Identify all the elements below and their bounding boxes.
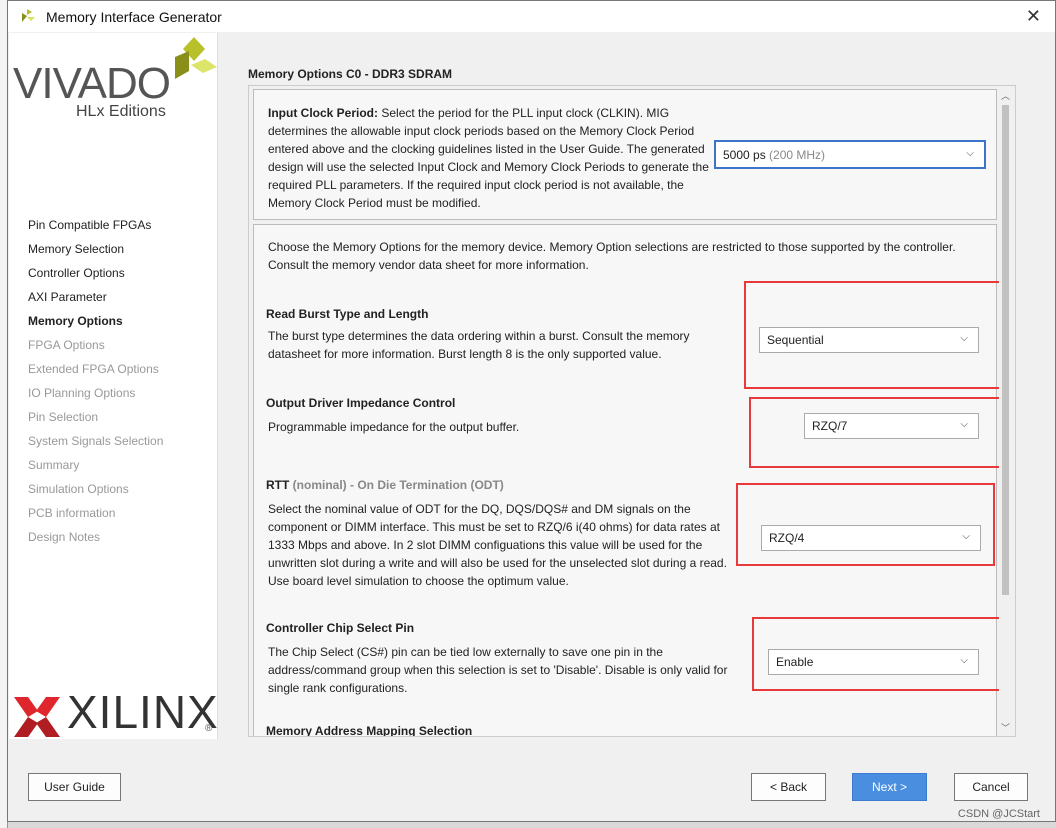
input-clock-description: Input Clock Period: Select the period fo…: [268, 104, 718, 212]
chip-select-title: Controller Chip Select Pin: [266, 621, 415, 635]
chevron-down-icon: ⌵: [966, 148, 974, 159]
memory-options-intro: Choose the Memory Options for the memory…: [268, 240, 956, 272]
nav-item-summary: Summary: [28, 458, 80, 472]
left-pane: VIVADO HLx Editions Pin Compatible FPGAs…: [9, 33, 218, 739]
wizard-nav: Pin Compatible FPGAs Memory Selection Co…: [28, 213, 163, 549]
nav-item-memory-options[interactable]: Memory Options: [28, 309, 163, 333]
nav-item-pin-compatible-fpgas[interactable]: Pin Compatible FPGAs: [28, 213, 163, 237]
close-icon[interactable]: ✕: [1026, 6, 1041, 27]
nav-item-io-planning-options: IO Planning Options: [28, 386, 136, 400]
rtt-title: RTT (nominal) - On Die Termination (ODT): [266, 478, 504, 492]
nav-item-pin-selection: Pin Selection: [28, 410, 99, 424]
input-clock-section: Input Clock Period: Select the period fo…: [253, 89, 997, 220]
nav-item-extended-fpga-options: Extended FPGA Options: [28, 362, 159, 376]
highlight-box: [749, 397, 1001, 468]
scrollbar-thumb[interactable]: [1002, 105, 1009, 595]
rtt-description: Select the nominal value of ODT for the …: [268, 502, 727, 588]
cancel-button[interactable]: Cancel: [954, 773, 1028, 801]
input-clock-label: Input Clock Period:: [268, 106, 379, 120]
chip-select-description: The Chip Select (CS#) pin can be tied lo…: [268, 645, 728, 695]
select-value-hint: (200 MHz): [769, 147, 826, 162]
select-value: 5000 ps: [723, 147, 766, 162]
input-clock-period-select[interactable]: 5000 ps (200 MHz) ⌵: [714, 140, 986, 169]
highlight-box: [744, 281, 1013, 389]
window-title: Memory Interface Generator: [46, 8, 222, 25]
vivado-logo: VIVADO: [13, 59, 171, 108]
watermark: CSDN @JCStart: [957, 808, 1040, 820]
xilinx-logo-mark: [14, 697, 60, 737]
burst-description: The burst type determines the data order…: [268, 329, 690, 361]
nav-item-system-signals-selection: System Signals Selection: [28, 434, 164, 448]
input-clock-text: Select the period for the PLL input cloc…: [268, 106, 709, 210]
scrollbar[interactable]: ︿ ﹀: [999, 89, 1013, 734]
nav-item-fpga-options: FPGA Options: [28, 338, 105, 352]
highlight-box: [752, 617, 1012, 691]
burst-title: Read Burst Type and Length: [266, 307, 429, 321]
hlx-editions-label: HLx Editions: [76, 103, 166, 120]
address-mapping-title: Memory Address Mapping Selection: [266, 724, 473, 737]
odic-description: Programmable impedance for the output bu…: [268, 420, 520, 434]
rtt-title-hint: (nominal) - On Die Termination (ODT): [292, 478, 504, 492]
next-button[interactable]: Next >: [852, 773, 927, 801]
title-bar: Memory Interface Generator ✕: [8, 1, 1055, 32]
scroll-down-icon[interactable]: ﹀: [1001, 721, 1010, 734]
mig-dialog: Memory Interface Generator ✕ VIVADO HLx …: [7, 0, 1056, 822]
vivado-app-icon: [18, 8, 36, 25]
scroll-up-icon[interactable]: ︿: [1001, 89, 1010, 102]
back-button[interactable]: < Back: [751, 773, 826, 801]
nav-item-design-notes: Design Notes: [28, 530, 101, 544]
nav-item-pcb-information: PCB information: [28, 506, 116, 520]
odic-title: Output Driver Impedance Control: [266, 396, 456, 410]
registered-mark: ®: [205, 723, 213, 734]
nav-item-memory-selection[interactable]: Memory Selection: [28, 237, 163, 261]
rtt-title-main: RTT: [266, 478, 290, 492]
xilinx-logo: XILINX: [67, 686, 219, 738]
user-guide-button[interactable]: User Guide: [28, 773, 121, 801]
memory-options-section: Choose the Memory Options for the memory…: [253, 224, 1013, 737]
highlight-box: [736, 483, 995, 566]
nav-item-simulation-options: Simulation Options: [28, 482, 129, 496]
nav-item-axi-parameter[interactable]: AXI Parameter: [28, 285, 163, 309]
page-title: Memory Options C0 - DDR3 SDRAM: [248, 67, 453, 81]
nav-item-controller-options[interactable]: Controller Options: [28, 261, 163, 285]
vivado-logo-mark: [175, 37, 217, 79]
options-panel: Input Clock Period: Select the period fo…: [248, 85, 1016, 737]
